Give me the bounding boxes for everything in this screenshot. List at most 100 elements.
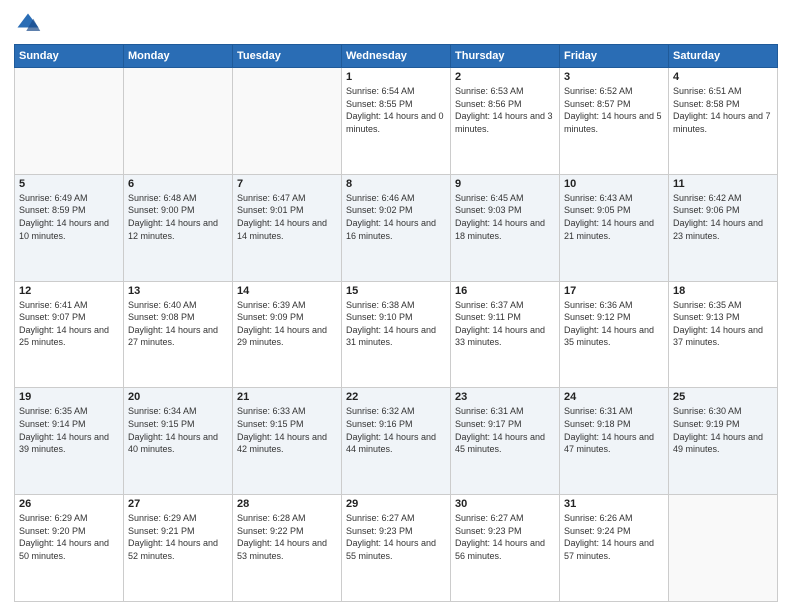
day-number: 3 bbox=[564, 71, 664, 83]
calendar-cell: 6 Sunrise: 6:48 AMSunset: 9:00 PMDaylight… bbox=[124, 174, 233, 281]
cell-details: Sunrise: 6:30 AMSunset: 9:19 PMDaylight:… bbox=[673, 405, 773, 455]
calendar-cell: 12Sunrise: 6:41 AMSunset: 9:07 PMDayligh… bbox=[15, 281, 124, 388]
header bbox=[14, 10, 778, 38]
calendar-cell: 16 Sunrise: 6:37 AMSunset: 9:11 PMDayligh… bbox=[451, 281, 560, 388]
logo bbox=[14, 10, 46, 38]
day-number: 6 bbox=[128, 178, 228, 190]
day-number: 16 bbox=[455, 285, 555, 297]
calendar-cell: 1 Sunrise: 6:54 AMSunset: 8:55 PMDaylight… bbox=[342, 68, 451, 175]
day-number: 1 bbox=[346, 71, 446, 83]
logo-icon bbox=[14, 10, 42, 38]
calendar-cell: 24 Sunrise: 6:31 AMSunset: 9:18 PMDayligh… bbox=[560, 388, 669, 495]
calendar-header-thursday: Thursday bbox=[451, 45, 560, 68]
calendar-cell: 2 Sunrise: 6:53 AMSunset: 8:56 PMDaylight… bbox=[451, 68, 560, 175]
calendar-cell: 3 Sunrise: 6:52 AMSunset: 8:57 PMDaylight… bbox=[560, 68, 669, 175]
cell-details: Sunrise: 6:41 AMSunset: 9:07 PMDaylight:… bbox=[19, 299, 119, 349]
calendar-cell: 23 Sunrise: 6:31 AMSunset: 9:17 PMDayligh… bbox=[451, 388, 560, 495]
day-number: 20 bbox=[128, 391, 228, 403]
calendar-cell: 8 Sunrise: 6:46 AMSunset: 9:02 PMDaylight… bbox=[342, 174, 451, 281]
calendar-cell: 25 Sunrise: 6:30 AMSunset: 9:19 PMDayligh… bbox=[669, 388, 778, 495]
cell-details: Sunrise: 6:42 AMSunset: 9:06 PMDaylight:… bbox=[673, 192, 773, 242]
calendar-cell: 10 Sunrise: 6:43 AMSunset: 9:05 PMDayligh… bbox=[560, 174, 669, 281]
calendar-cell: 20 Sunrise: 6:34 AMSunset: 9:15 PMDayligh… bbox=[124, 388, 233, 495]
cell-details: Sunrise: 6:34 AMSunset: 9:15 PMDaylight:… bbox=[128, 405, 228, 455]
cell-details: Sunrise: 6:53 AMSunset: 8:56 PMDaylight:… bbox=[455, 85, 555, 135]
day-number: 19 bbox=[19, 391, 119, 403]
calendar-row-2: 12Sunrise: 6:41 AMSunset: 9:07 PMDayligh… bbox=[15, 281, 778, 388]
cell-details: Sunrise: 6:54 AMSunset: 8:55 PMDaylight:… bbox=[346, 85, 446, 135]
calendar-header-tuesday: Tuesday bbox=[233, 45, 342, 68]
calendar-cell: 28 Sunrise: 6:28 AMSunset: 9:22 PMDayligh… bbox=[233, 495, 342, 602]
calendar-row-1: 5 Sunrise: 6:49 AMSunset: 8:59 PMDaylight… bbox=[15, 174, 778, 281]
calendar-cell: 5 Sunrise: 6:49 AMSunset: 8:59 PMDaylight… bbox=[15, 174, 124, 281]
calendar-row-3: 19 Sunrise: 6:35 AMSunset: 9:14 PMDayligh… bbox=[15, 388, 778, 495]
calendar-cell: 30 Sunrise: 6:27 AMSunset: 9:23 PMDayligh… bbox=[451, 495, 560, 602]
cell-details: Sunrise: 6:37 AMSunset: 9:11 PMDaylight:… bbox=[455, 299, 555, 349]
calendar-header-sunday: Sunday bbox=[15, 45, 124, 68]
calendar-row-0: 1 Sunrise: 6:54 AMSunset: 8:55 PMDaylight… bbox=[15, 68, 778, 175]
calendar-cell: 31 Sunrise: 6:26 AMSunset: 9:24 PMDayligh… bbox=[560, 495, 669, 602]
calendar-cell bbox=[233, 68, 342, 175]
calendar-header-row: SundayMondayTuesdayWednesdayThursdayFrid… bbox=[15, 45, 778, 68]
calendar-cell: 22Sunrise: 6:32 AMSunset: 9:16 PMDayligh… bbox=[342, 388, 451, 495]
calendar-cell: 15 Sunrise: 6:38 AMSunset: 9:10 PMDayligh… bbox=[342, 281, 451, 388]
day-number: 8 bbox=[346, 178, 446, 190]
cell-details: Sunrise: 6:38 AMSunset: 9:10 PMDaylight:… bbox=[346, 299, 446, 349]
cell-details: Sunrise: 6:28 AMSunset: 9:22 PMDaylight:… bbox=[237, 512, 337, 562]
day-number: 14 bbox=[237, 285, 337, 297]
day-number: 31 bbox=[564, 498, 664, 510]
calendar-cell: 11 Sunrise: 6:42 AMSunset: 9:06 PMDayligh… bbox=[669, 174, 778, 281]
day-number: 13 bbox=[128, 285, 228, 297]
cell-details: Sunrise: 6:29 AMSunset: 9:21 PMDaylight:… bbox=[128, 512, 228, 562]
day-number: 17 bbox=[564, 285, 664, 297]
day-number: 5 bbox=[19, 178, 119, 190]
cell-details: Sunrise: 6:51 AMSunset: 8:58 PMDaylight:… bbox=[673, 85, 773, 135]
cell-details: Sunrise: 6:31 AMSunset: 9:18 PMDaylight:… bbox=[564, 405, 664, 455]
page: SundayMondayTuesdayWednesdayThursdayFrid… bbox=[0, 0, 792, 612]
day-number: 24 bbox=[564, 391, 664, 403]
day-number: 4 bbox=[673, 71, 773, 83]
day-number: 22 bbox=[346, 391, 446, 403]
cell-details: Sunrise: 6:52 AMSunset: 8:57 PMDaylight:… bbox=[564, 85, 664, 135]
cell-details: Sunrise: 6:31 AMSunset: 9:17 PMDaylight:… bbox=[455, 405, 555, 455]
day-number: 15 bbox=[346, 285, 446, 297]
calendar-header-wednesday: Wednesday bbox=[342, 45, 451, 68]
day-number: 10 bbox=[564, 178, 664, 190]
cell-details: Sunrise: 6:27 AMSunset: 9:23 PMDaylight:… bbox=[455, 512, 555, 562]
calendar-cell: 17Sunrise: 6:36 AMSunset: 9:12 PMDayligh… bbox=[560, 281, 669, 388]
day-number: 2 bbox=[455, 71, 555, 83]
day-number: 29 bbox=[346, 498, 446, 510]
calendar-cell: 14 Sunrise: 6:39 AMSunset: 9:09 PMDayligh… bbox=[233, 281, 342, 388]
calendar-cell: 26Sunrise: 6:29 AMSunset: 9:20 PMDayligh… bbox=[15, 495, 124, 602]
day-number: 27 bbox=[128, 498, 228, 510]
calendar-cell: 19 Sunrise: 6:35 AMSunset: 9:14 PMDayligh… bbox=[15, 388, 124, 495]
day-number: 28 bbox=[237, 498, 337, 510]
calendar-cell: 27 Sunrise: 6:29 AMSunset: 9:21 PMDayligh… bbox=[124, 495, 233, 602]
cell-details: Sunrise: 6:45 AMSunset: 9:03 PMDaylight:… bbox=[455, 192, 555, 242]
cell-details: Sunrise: 6:35 AMSunset: 9:13 PMDaylight:… bbox=[673, 299, 773, 349]
day-number: 30 bbox=[455, 498, 555, 510]
day-number: 23 bbox=[455, 391, 555, 403]
cell-details: Sunrise: 6:48 AMSunset: 9:00 PMDaylight:… bbox=[128, 192, 228, 242]
calendar-cell: 21Sunrise: 6:33 AMSunset: 9:15 PMDayligh… bbox=[233, 388, 342, 495]
calendar-cell: 4 Sunrise: 6:51 AMSunset: 8:58 PMDaylight… bbox=[669, 68, 778, 175]
cell-details: Sunrise: 6:39 AMSunset: 9:09 PMDaylight:… bbox=[237, 299, 337, 349]
day-number: 11 bbox=[673, 178, 773, 190]
day-number: 9 bbox=[455, 178, 555, 190]
calendar-header-saturday: Saturday bbox=[669, 45, 778, 68]
cell-details: Sunrise: 6:47 AMSunset: 9:01 PMDaylight:… bbox=[237, 192, 337, 242]
day-number: 7 bbox=[237, 178, 337, 190]
calendar-cell: 18Sunrise: 6:35 AMSunset: 9:13 PMDayligh… bbox=[669, 281, 778, 388]
cell-details: Sunrise: 6:27 AMSunset: 9:23 PMDaylight:… bbox=[346, 512, 446, 562]
calendar-header-monday: Monday bbox=[124, 45, 233, 68]
calendar-cell: 7 Sunrise: 6:47 AMSunset: 9:01 PMDaylight… bbox=[233, 174, 342, 281]
calendar-cell: 29 Sunrise: 6:27 AMSunset: 9:23 PMDayligh… bbox=[342, 495, 451, 602]
day-number: 25 bbox=[673, 391, 773, 403]
cell-details: Sunrise: 6:49 AMSunset: 8:59 PMDaylight:… bbox=[19, 192, 119, 242]
calendar-cell bbox=[669, 495, 778, 602]
cell-details: Sunrise: 6:43 AMSunset: 9:05 PMDaylight:… bbox=[564, 192, 664, 242]
cell-details: Sunrise: 6:26 AMSunset: 9:24 PMDaylight:… bbox=[564, 512, 664, 562]
cell-details: Sunrise: 6:40 AMSunset: 9:08 PMDaylight:… bbox=[128, 299, 228, 349]
cell-details: Sunrise: 6:46 AMSunset: 9:02 PMDaylight:… bbox=[346, 192, 446, 242]
cell-details: Sunrise: 6:35 AMSunset: 9:14 PMDaylight:… bbox=[19, 405, 119, 455]
